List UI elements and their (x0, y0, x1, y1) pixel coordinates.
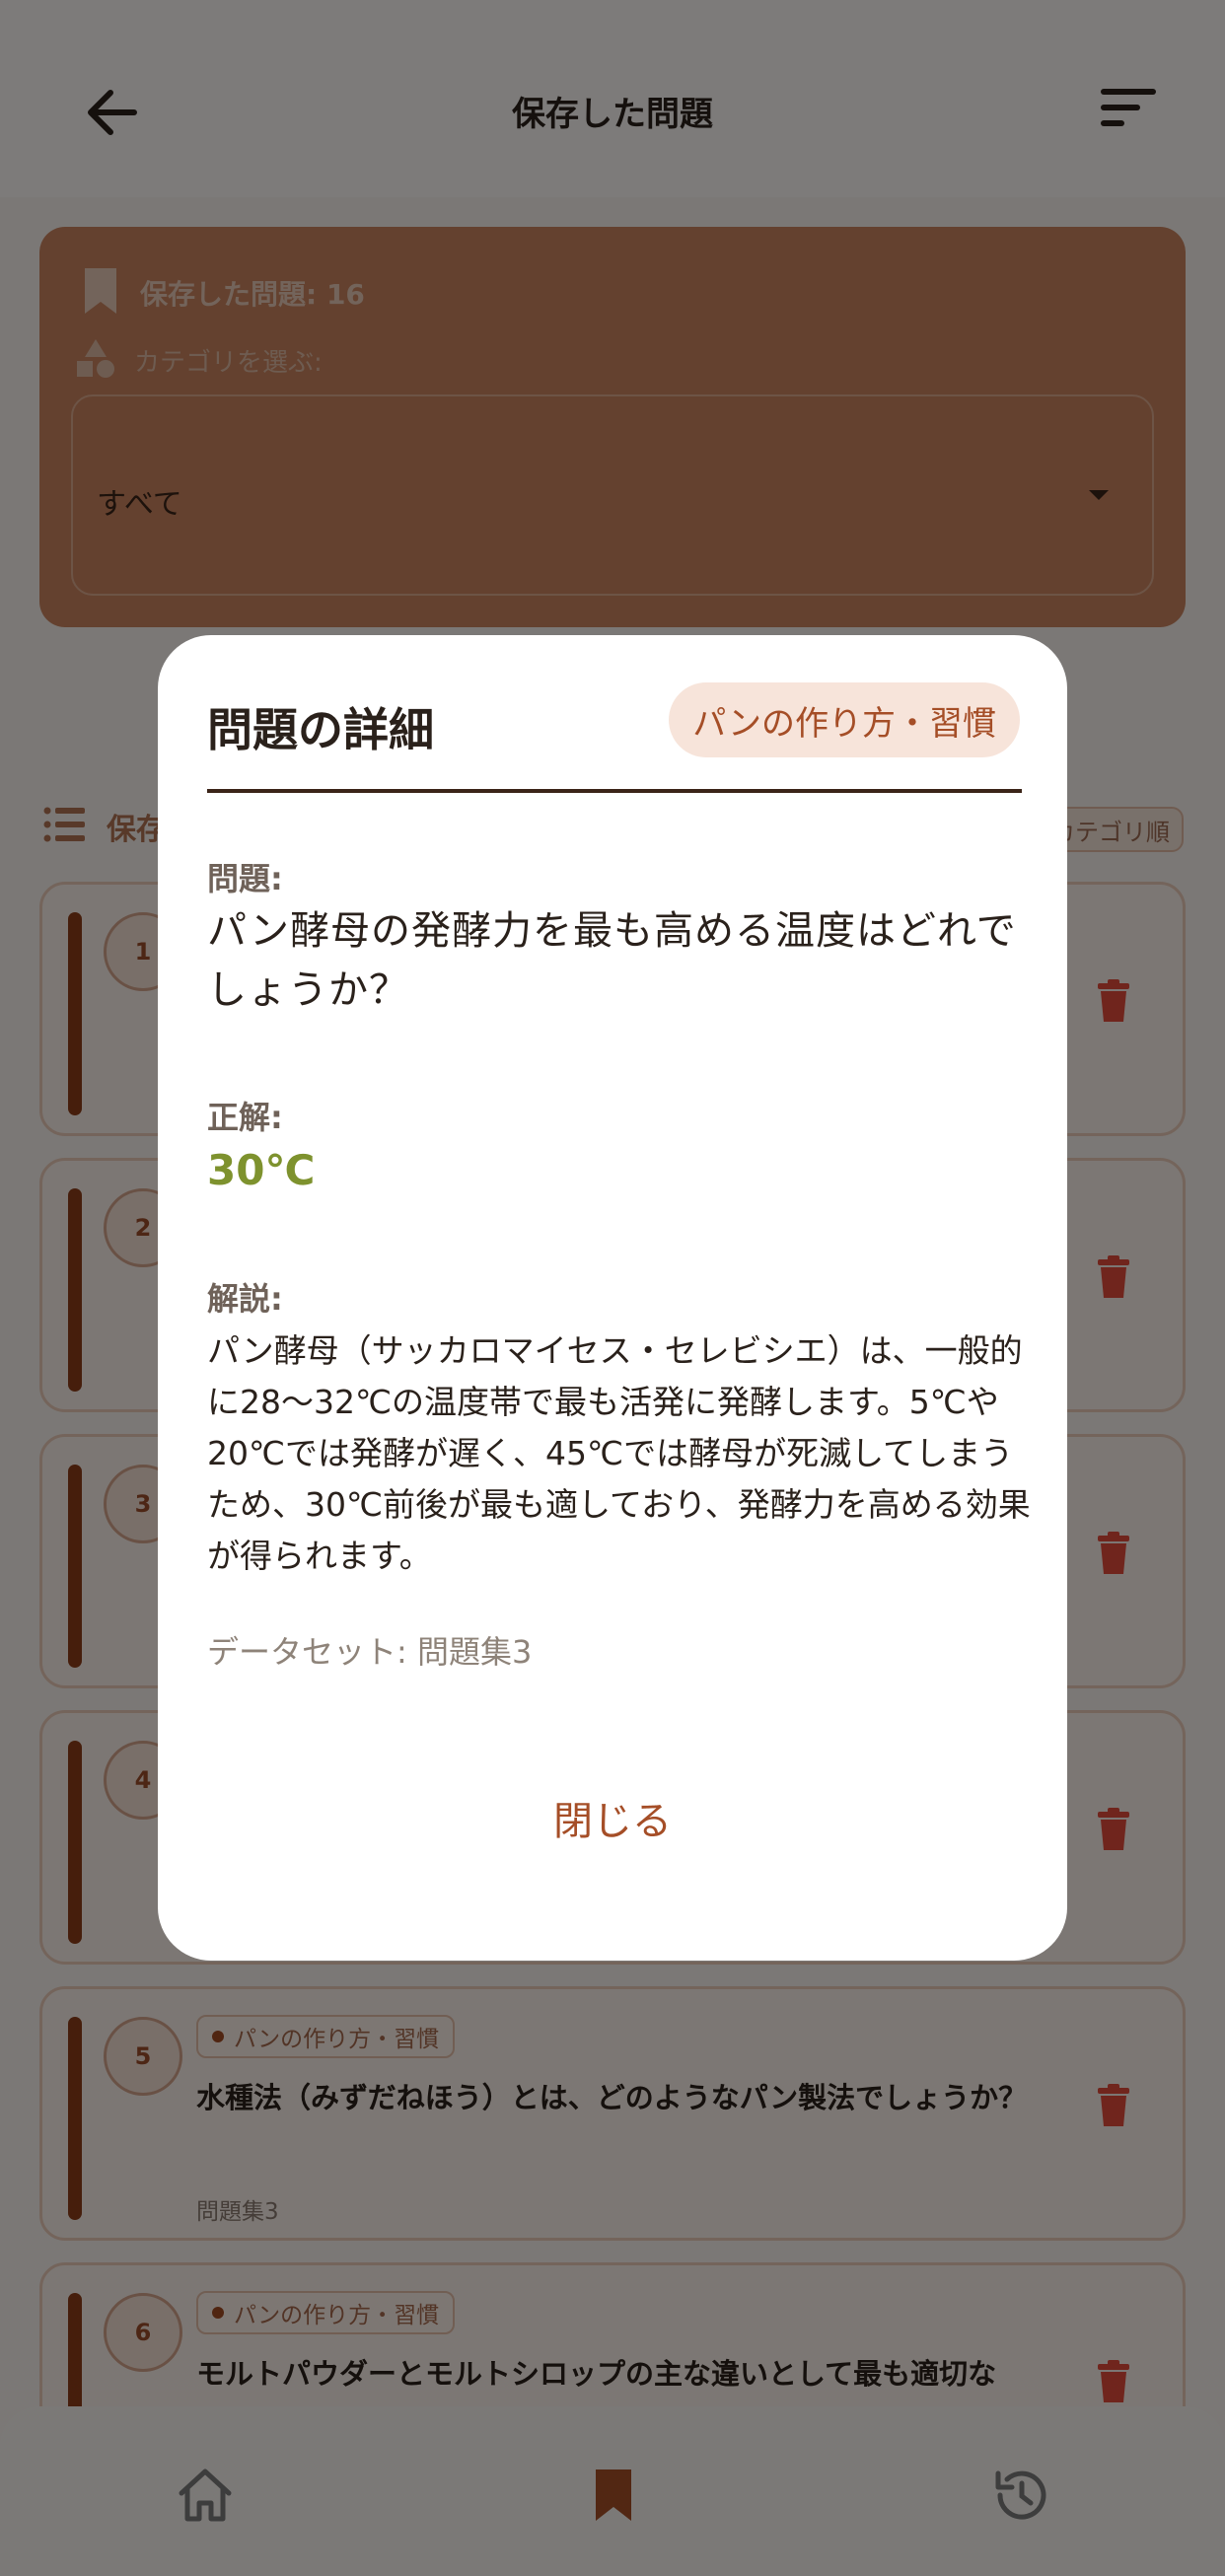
title-divider (207, 789, 1022, 793)
dialog-title: 問題の詳細 (207, 703, 434, 756)
dataset-label: データセット: 問題集3 (207, 1633, 533, 1671)
correct-answer: 30℃ (207, 1146, 316, 1194)
explanation-text: パン酵母（サッカロマイセス・セレビシエ）は、一般的に28〜32℃の温度帯で最も活… (207, 1331, 1031, 1575)
explanation-label: 解説: (207, 1280, 283, 1318)
question-detail-dialog: 問題の詳細 パンの作り方・習慣 問題: パン酵母の発酵力を最も高める温度はどれで… (158, 635, 1067, 1961)
category-chip: パンの作り方・習慣 (669, 682, 1020, 757)
question-text: パン酵母の発酵力を最も高める温度はどれでしょうか？ (207, 908, 1017, 1013)
answer-label: 正解: (207, 1099, 283, 1136)
question-label: 問題: (207, 860, 283, 897)
close-button[interactable]: 閉じる (494, 1789, 731, 1846)
